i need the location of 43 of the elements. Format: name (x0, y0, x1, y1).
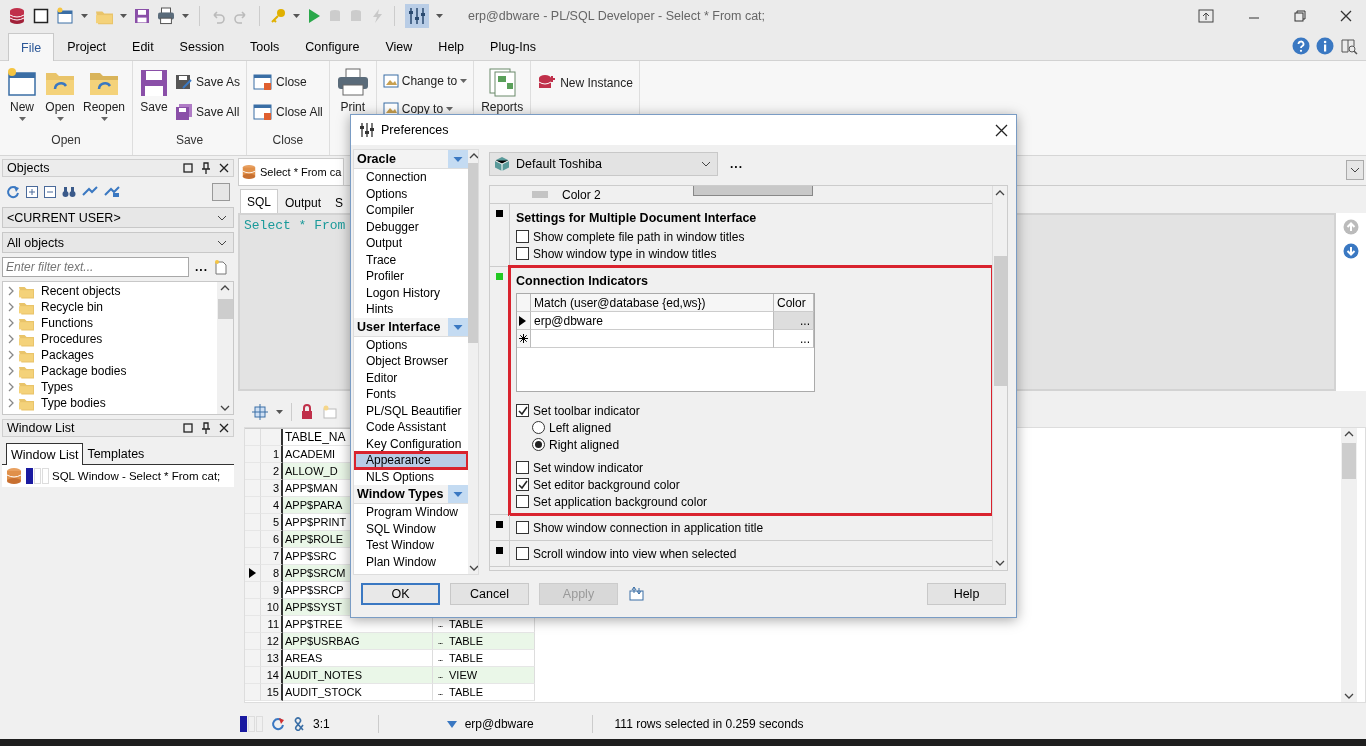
row-number: 8 (261, 565, 283, 582)
checkbox-label: Show window type in window titles (533, 246, 717, 261)
group-label: Close (271, 133, 305, 149)
window-title: erp@dbware - PL/SQL Developer - Select * From cat; (468, 9, 766, 23)
row-number: 2 (261, 463, 283, 480)
checkbox-label: Set editor background color (533, 477, 680, 492)
section-title: Connection Indicators (516, 273, 649, 290)
table-cell: AUDIT_NOTES (283, 667, 433, 684)
panel-title: Window List (7, 421, 75, 435)
section-title: Settings for Multiple Document Interface (516, 210, 758, 227)
table-cell: TABLE (447, 633, 535, 650)
radio-label: Left aligned (549, 420, 612, 435)
row-number: 12 (261, 633, 283, 650)
checkbox-label: Show complete file path in window titles (533, 229, 745, 244)
table-cell: TABLE (447, 684, 535, 701)
row-number: 3 (261, 480, 283, 497)
row-number: 4 (261, 497, 283, 514)
row-number: 10 (261, 599, 283, 616)
table-cell: APP$USRBAG (283, 633, 433, 650)
checkbox-label: Set window indicator (533, 460, 644, 475)
dialog-title: Preferences (381, 123, 449, 137)
row-number: 1 (261, 446, 283, 463)
row-number: 6 (261, 531, 283, 548)
row-number: 5 (261, 514, 283, 531)
row-number: 15 (261, 684, 283, 701)
cursor-position: 3:1 (313, 717, 330, 731)
setting-label: Color 2 (562, 187, 601, 202)
checkbox-label: Set application background color (533, 494, 708, 509)
panel-title: Objects (7, 161, 50, 175)
radio-label: Right aligned (549, 437, 620, 452)
row-number: 13 (261, 650, 283, 667)
table-cell: VIEW (447, 667, 535, 684)
checkbox-label: Scroll window into view when selected (533, 546, 737, 561)
row-number: 9 (261, 582, 283, 599)
row-number: 11 (261, 616, 283, 633)
status-message: 111 rows selected in 0.259 seconds (614, 717, 804, 731)
group-label: Save (174, 133, 205, 149)
table-cell: AUDIT_STOCK (283, 684, 433, 701)
group-label: Open (50, 133, 82, 149)
row-number: 14 (261, 667, 283, 684)
checkbox-label: Set toolbar indicator (533, 403, 640, 418)
checkbox-label: Show window connection in application title (533, 520, 764, 535)
row-number: 7 (261, 548, 283, 565)
